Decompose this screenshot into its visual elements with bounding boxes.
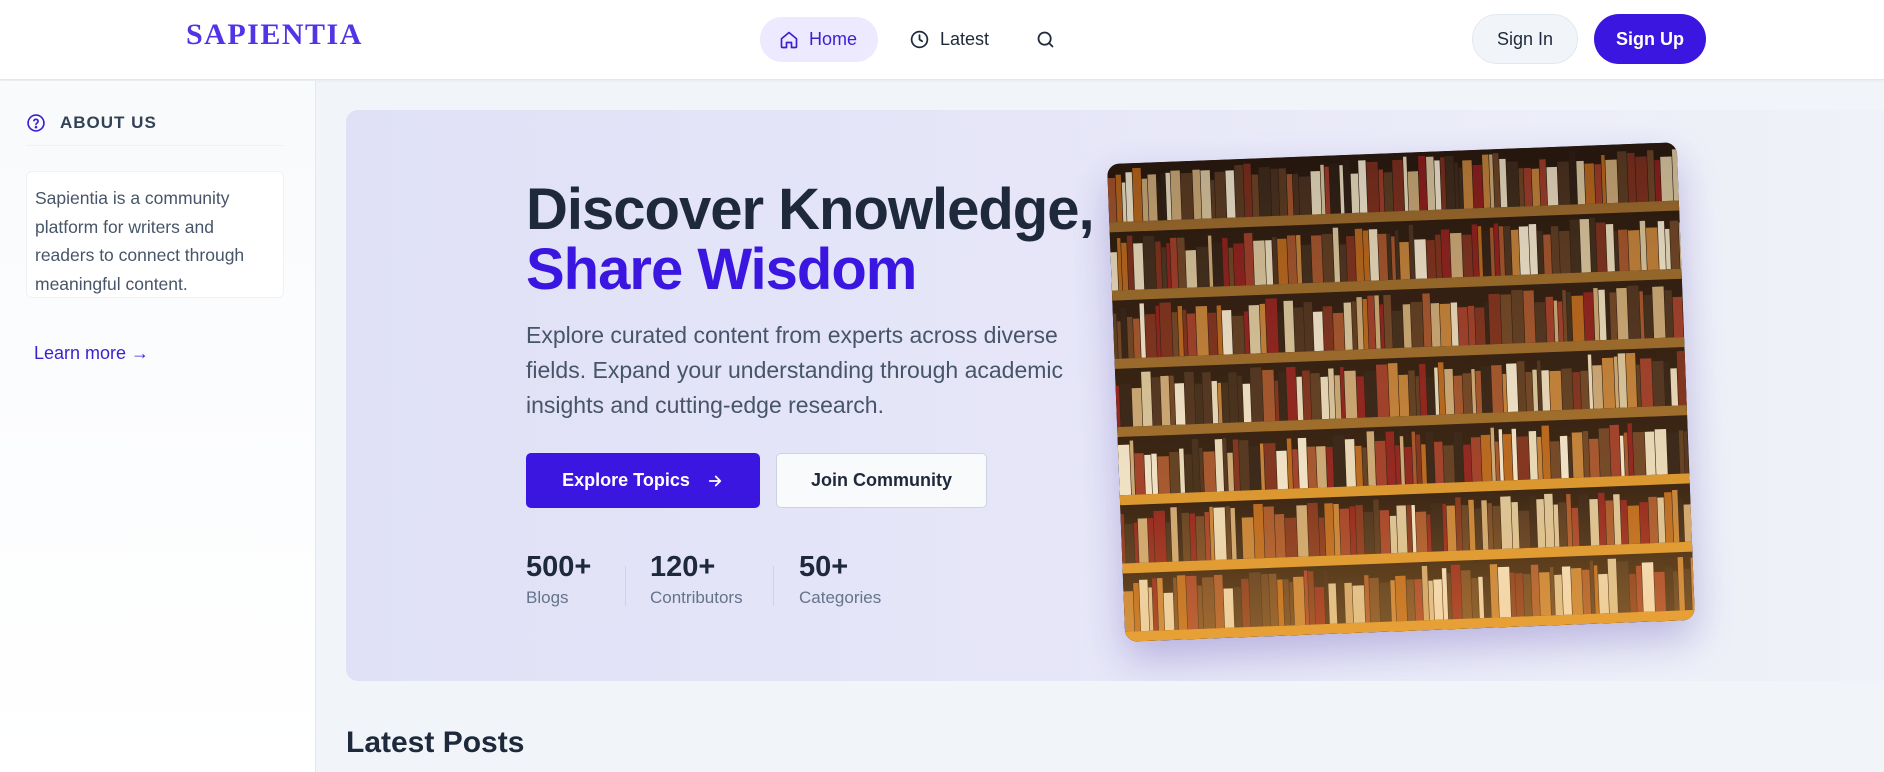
stat-categories: 50+ Categories — [799, 550, 881, 608]
stat-blogs: 500+ Blogs — [526, 550, 591, 608]
nav-latest-label: Latest — [940, 29, 990, 49]
stat-label: Contributors — [650, 588, 743, 607]
arrow-right-icon — [708, 475, 721, 486]
about-us-title: ABOUT US — [60, 113, 157, 132]
search-icon — [1037, 31, 1054, 48]
stat-value: 500+ — [526, 551, 592, 583]
site-logo[interactable]: SAPIENTIA — [186, 18, 363, 52]
stat-value: 120+ — [650, 551, 716, 583]
stat-separator — [773, 566, 774, 606]
about-description: Sapientia is a community platform for wr… — [26, 171, 284, 298]
stat-value: 50+ — [799, 551, 849, 583]
nav-home-label: Home — [809, 29, 858, 49]
hero-title-line1: Discover Knowledge, — [526, 177, 1095, 242]
stat-label: Categories — [799, 588, 882, 607]
bookshelf-image — [1107, 142, 1695, 642]
learn-more-link[interactable]: Learn more → — [34, 343, 149, 364]
explore-topics-label: Explore Topics — [562, 470, 690, 490]
join-community-button[interactable]: Join Community — [776, 453, 987, 508]
bookshelf-illustration — [1107, 142, 1695, 642]
home-icon — [780, 31, 798, 48]
top-navbar: SAPIENTIA Home Latest Sign In Sign Up — [0, 0, 1884, 80]
nav-home[interactable]: Home — [760, 17, 878, 62]
help-circle-icon — [27, 114, 45, 132]
explore-topics-button[interactable]: Explore Topics — [526, 453, 760, 508]
sign-in-button[interactable]: Sign In — [1472, 14, 1578, 64]
stat-label: Blogs — [526, 588, 569, 607]
divider — [26, 145, 284, 146]
search-button[interactable] — [1028, 17, 1064, 62]
sidebar: ABOUT US Sapientia is a community platfo… — [0, 81, 316, 772]
sign-up-button[interactable]: Sign Up — [1594, 14, 1706, 64]
hero-description: Explore curated content from experts acr… — [526, 322, 1064, 418]
stat-separator — [625, 566, 626, 606]
clock-icon — [910, 30, 929, 49]
hero-title: Discover Knowledge, Share Wisdom — [526, 177, 1095, 302]
nav-latest[interactable]: Latest — [890, 17, 1020, 62]
latest-posts-title: Latest Posts — [346, 726, 525, 759]
hero-title-line2: Share Wisdom — [526, 237, 917, 302]
stat-contributors: 120+ Contributors — [650, 550, 743, 608]
hero-section: Discover Knowledge, Share Wisdom Explore… — [346, 110, 1884, 681]
about-us-heading: ABOUT US — [26, 113, 157, 133]
